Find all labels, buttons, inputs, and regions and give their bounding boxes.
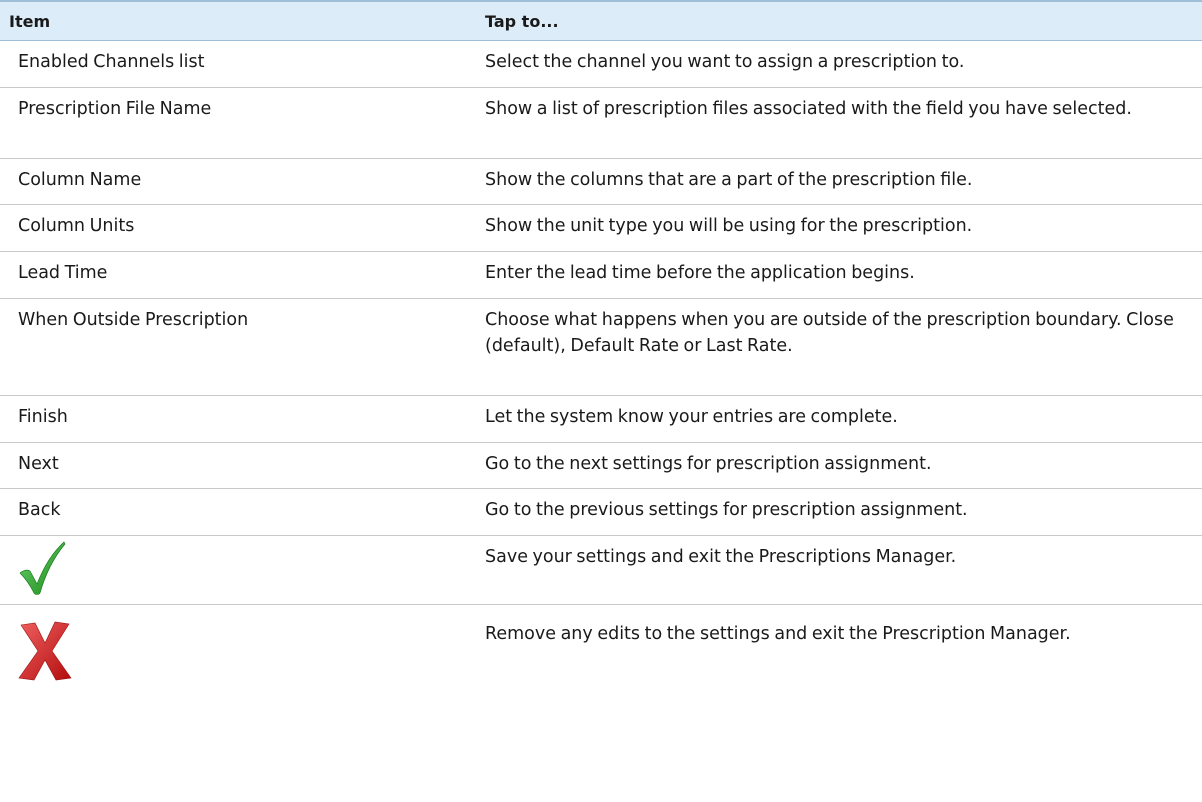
item-cell: Back (0, 488, 476, 536)
table-row: Enabled Channels list Select the channel… (0, 40, 1202, 88)
description-cell: Show the columns that are a part of the … (476, 158, 1202, 205)
checkmark-icon (19, 541, 66, 595)
item-cell: When Outside Prescription (0, 298, 476, 396)
description-cell: Enter the lead time before the applicati… (476, 251, 1202, 299)
table-row: Column Units Show the unit type you will… (0, 204, 1202, 252)
description-cell: Go to the next settings for prescription… (476, 442, 1202, 489)
header-tap-to: Tap to... (476, 0, 1202, 41)
table-row: Save your settings and exit the Prescrip… (0, 535, 1202, 605)
description-cell: Go to the previous settings for prescrip… (476, 488, 1202, 536)
item-cell: Next (0, 442, 476, 489)
item-cell: Column Name (0, 158, 476, 205)
icon-cell (0, 605, 476, 694)
description-cell: Show a list of prescription files associ… (476, 87, 1202, 159)
description-cell: Remove any edits to the settings and exi… (485, 624, 1071, 644)
table-header-row: Item Tap to... (0, 0, 1202, 41)
red-x-icon (18, 621, 72, 681)
table-row: Column Name Show the columns that are a … (0, 158, 1202, 205)
table-row: Back Go to the previous settings for pre… (0, 488, 1202, 536)
description-cell: Select the channel you want to assign a … (476, 40, 1202, 88)
description-cell: Choose what happens when you are outside… (476, 298, 1202, 396)
item-cell: Prescription File Name (0, 87, 476, 159)
table-row: Remove any edits to the settings and exi… (0, 605, 1202, 694)
icon-cell (0, 535, 476, 605)
description-cell: Let the system know your entries are com… (476, 395, 1202, 443)
item-cell: Lead Time (0, 251, 476, 299)
table-row: Prescription File Name Show a list of pr… (0, 87, 1202, 159)
table-row: Next Go to the next settings for prescri… (0, 442, 1202, 489)
description-cell: Save your settings and exit the Prescrip… (476, 535, 1202, 605)
header-item: Item (0, 0, 476, 41)
item-cell: Finish (0, 395, 476, 443)
table-row: Lead Time Enter the lead time before the… (0, 251, 1202, 299)
table-row: Finish Let the system know your entries … (0, 395, 1202, 443)
table-row: When Outside Prescription Choose what ha… (0, 298, 1202, 396)
description-cell: Show the unit type you will be using for… (476, 204, 1202, 252)
item-cell: Enabled Channels list (0, 40, 476, 88)
item-cell: Column Units (0, 204, 476, 252)
item-reference-table: Item Tap to... Enabled Channels list Sel… (0, 0, 1202, 694)
